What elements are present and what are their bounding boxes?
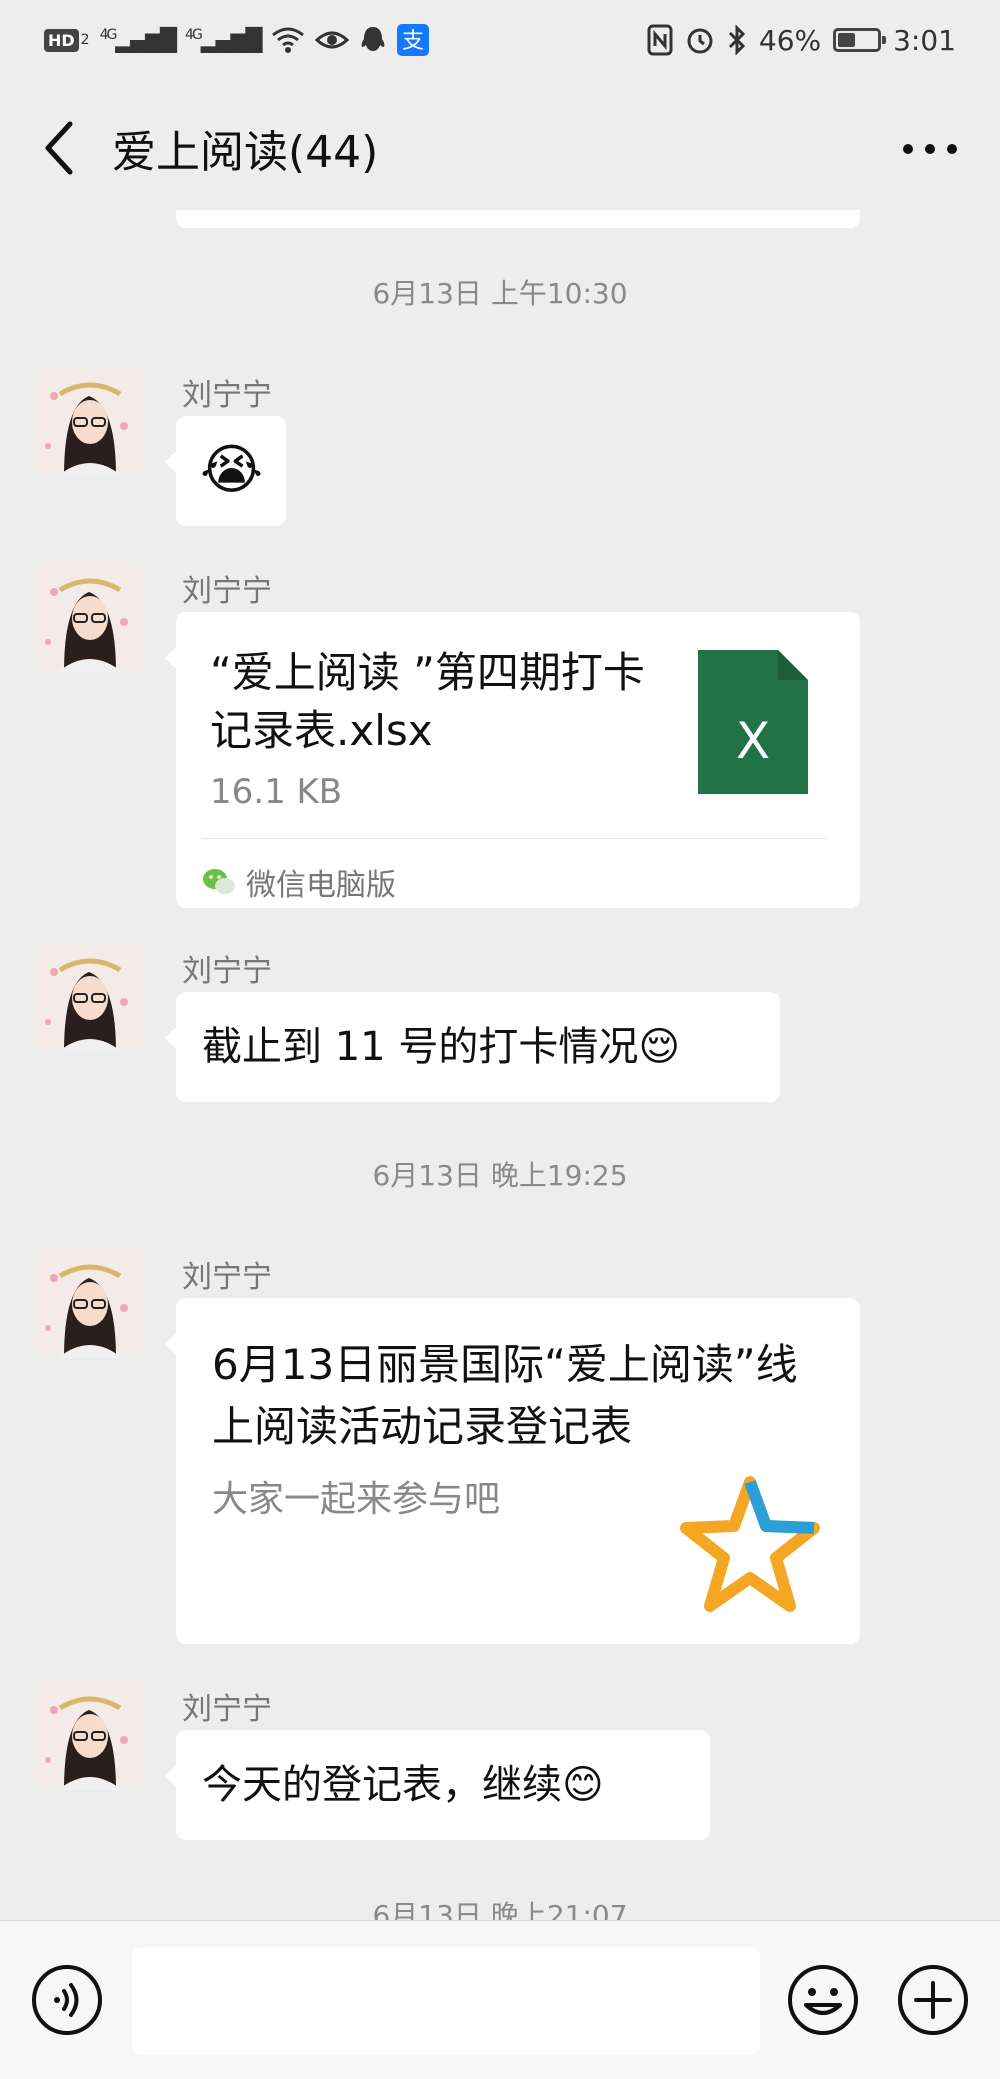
divider xyxy=(202,838,826,839)
nfc-icon xyxy=(647,24,673,56)
avatar[interactable] xyxy=(34,942,144,1052)
message-text: 今天的登记表，继续😊 xyxy=(202,1762,604,1808)
avatar[interactable] xyxy=(34,1680,144,1790)
sender-name: 刘宁宁 xyxy=(182,954,272,989)
status-right: 46% 3:01 xyxy=(647,20,956,60)
link-title: 6月13日丽景国际“爱上阅读”线上阅读活动记录登记表 xyxy=(212,1340,798,1451)
sender-name: 刘宁宁 xyxy=(182,1692,272,1727)
sender-name: 刘宁宁 xyxy=(182,378,272,413)
battery-percent: 46% xyxy=(758,23,822,57)
wifi-icon xyxy=(271,27,304,53)
input-bar xyxy=(0,1920,1000,2079)
sender-name: 刘宁宁 xyxy=(182,1260,272,1295)
svg-text:支: 支 xyxy=(401,29,423,54)
file-size: 16.1 KB xyxy=(210,772,343,812)
avatar-image xyxy=(34,1680,144,1790)
text-message-bubble[interactable]: 今天的登记表，继续😊 xyxy=(164,1730,710,1840)
more-options-icon[interactable] xyxy=(900,136,960,162)
chat-title: 爱上阅读(44) xyxy=(112,127,379,178)
avatar-image xyxy=(34,1248,144,1358)
text-message-bubble[interactable]: 截止到 11 号的打卡情况😌 xyxy=(164,992,780,1102)
voice-input-icon[interactable] xyxy=(30,1963,104,2037)
emoji-message-bubble[interactable]: 😭 xyxy=(164,416,286,526)
emoji-icon[interactable] xyxy=(786,1963,860,2037)
wechat-icon xyxy=(203,869,235,894)
link-description: 大家一起来参与吧 xyxy=(212,1479,501,1520)
star-icon xyxy=(680,1476,820,1612)
avatar-image xyxy=(34,562,144,672)
battery-icon xyxy=(833,28,887,52)
clock: 3:01 xyxy=(893,23,956,57)
status-left: HD 2 4G▂▄▆█ 4G▂▄▆█ 支 xyxy=(44,20,429,60)
time-separator: 6月13日 上午10:30 xyxy=(372,277,628,310)
alipay-icon: 支 xyxy=(396,24,429,56)
message-list: 6月13日 上午10:30 刘宁宁 😭 刘宁宁 “爱上阅读 ”第四期打卡记录表.… xyxy=(0,210,1000,1932)
avatar[interactable] xyxy=(34,366,144,476)
alarm-icon xyxy=(687,28,713,54)
qq-icon xyxy=(361,27,384,51)
back-arrow-icon[interactable] xyxy=(36,118,86,178)
svg-text:X: X xyxy=(736,712,770,770)
file-source: 微信电脑版 xyxy=(202,860,396,904)
chat-header: 爱上阅读(44) xyxy=(0,80,1000,210)
signal-icon-2: 4G▂▄▆█ xyxy=(185,26,262,54)
sender-name: 刘宁宁 xyxy=(182,574,272,609)
signal-icon-1: 4G▂▄▆█ xyxy=(99,26,177,54)
time-separator: 6月13日 晚上19:25 xyxy=(372,1159,628,1192)
plus-icon[interactable] xyxy=(896,1963,970,2037)
avatar-image xyxy=(34,942,144,1052)
source-label: 微信电脑版 xyxy=(246,868,396,903)
excel-file-icon: X xyxy=(698,650,808,794)
file-message-bubble[interactable]: “爱上阅读 ”第四期打卡记录表.xlsx 16.1 KB X 微信电脑版 xyxy=(164,612,860,908)
link-message-bubble[interactable]: 6月13日丽景国际“爱上阅读”线上阅读活动记录登记表 大家一起来参与吧 xyxy=(164,1298,860,1644)
bluetooth-icon xyxy=(728,24,745,56)
hd-badge: HD xyxy=(44,28,79,52)
eye-icon xyxy=(314,31,349,49)
avatar[interactable] xyxy=(34,562,144,672)
message-input[interactable] xyxy=(132,1947,760,2055)
status-bar: HD 2 4G▂▄▆█ 4G▂▄▆█ 支 46% 3:01 xyxy=(0,0,1000,80)
avatar-image xyxy=(34,366,144,476)
avatar[interactable] xyxy=(34,1248,144,1358)
file-name: “爱上阅读 ”第四期打卡记录表.xlsx xyxy=(210,648,645,755)
hd-sub: 2 xyxy=(80,32,90,48)
previous-message-bubble[interactable] xyxy=(176,210,860,228)
message-text: 截止到 11 号的打卡情况😌 xyxy=(202,1024,681,1070)
crying-emoji: 😭 xyxy=(200,438,264,501)
